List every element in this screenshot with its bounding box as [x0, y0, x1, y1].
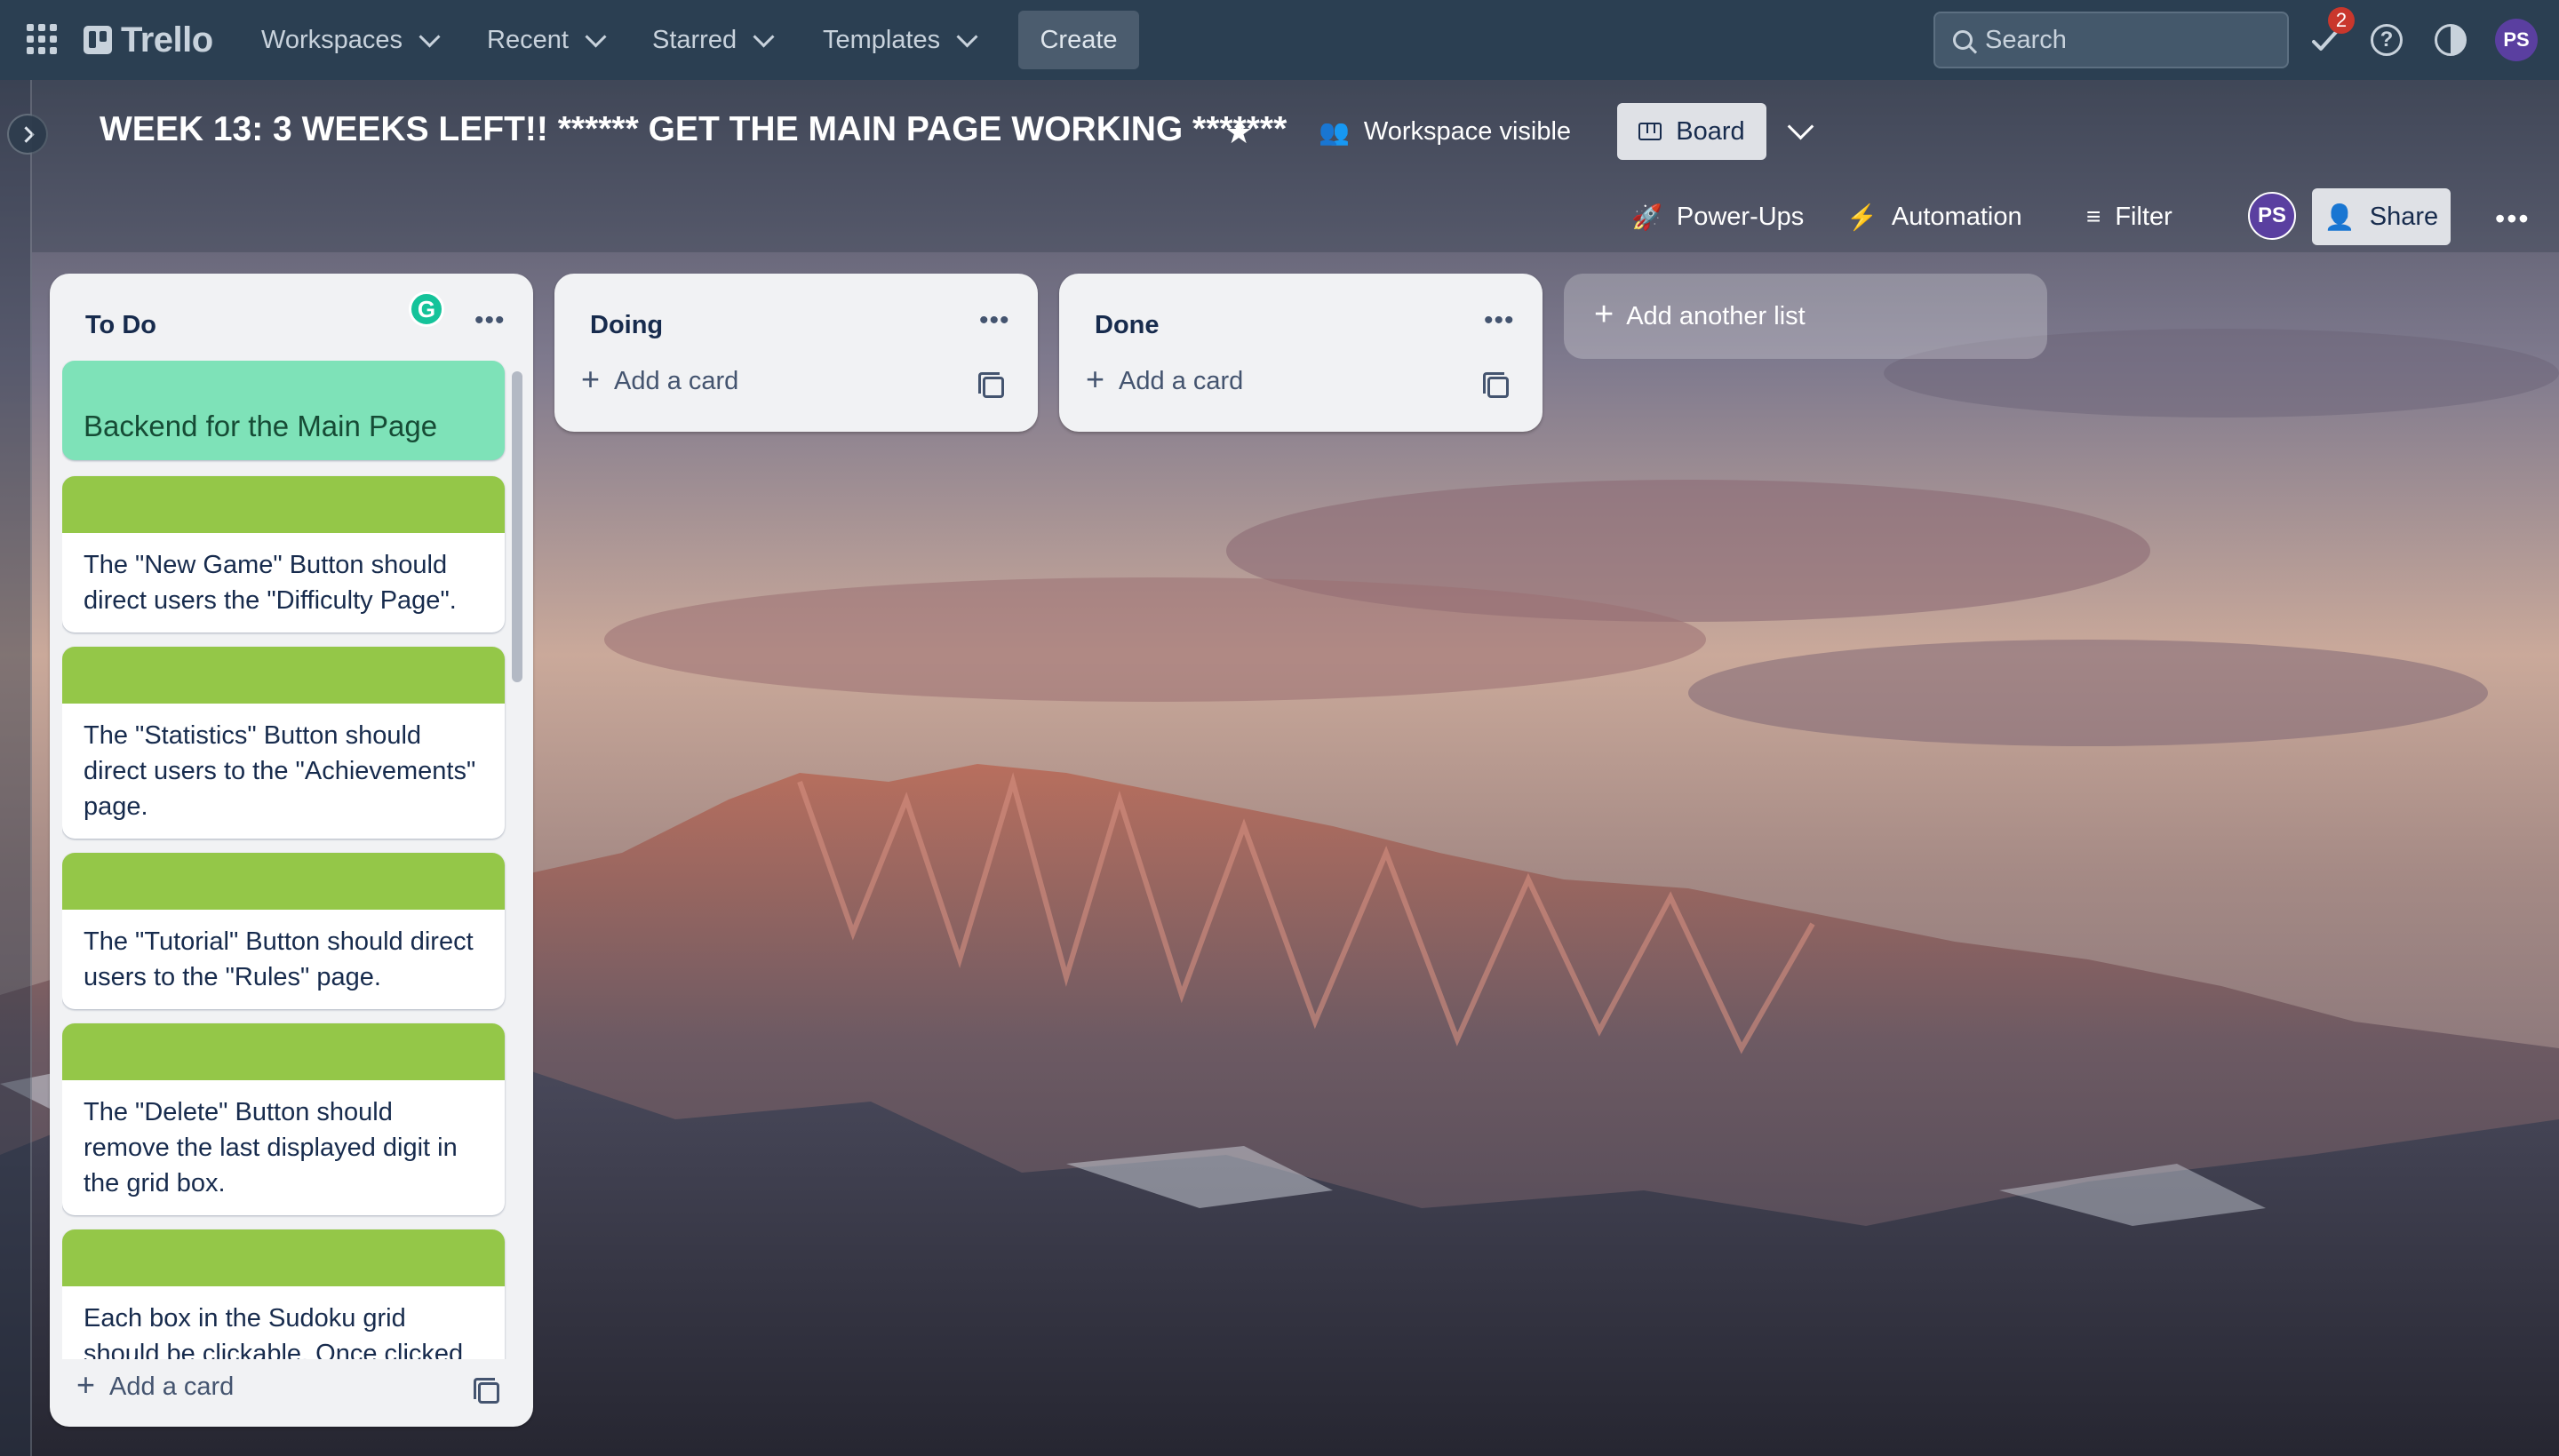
add-another-list-button[interactable]: + Add another list	[1564, 274, 2047, 359]
app-switcher-icon[interactable]	[27, 24, 59, 56]
filter-button[interactable]: ≡ Filter	[2086, 188, 2172, 245]
list-title[interactable]: Done	[1095, 311, 1160, 340]
board-icon	[1638, 123, 1662, 140]
trello-logo[interactable]: Trello	[84, 18, 213, 62]
list-scrollbar[interactable]	[512, 361, 522, 1359]
add-person-icon: 👤	[2324, 203, 2356, 231]
trello-logo-icon	[84, 26, 112, 54]
card[interactable]: The "Delete" Button should remove the la…	[62, 1023, 505, 1215]
starred-menu[interactable]: Starred	[652, 20, 775, 60]
board-header	[32, 80, 2559, 252]
list-title[interactable]: Doing	[590, 311, 663, 340]
trello-logo-text: Trello	[121, 20, 213, 60]
top-navigation-bar: Trello Workspaces Recent Starred Templat…	[0, 0, 2559, 80]
filter-label: Filter	[2115, 202, 2172, 231]
card[interactable]: The "Statistics" Button should direct us…	[62, 647, 505, 839]
workspace-visibility-label: Workspace visible	[1363, 116, 1572, 146]
card-title: The "Statistics" Button should direct us…	[84, 721, 476, 821]
user-avatar[interactable]: PS	[2495, 19, 2538, 61]
starred-label: Starred	[652, 25, 737, 54]
search-input[interactable]	[1983, 24, 2280, 56]
recent-label: Recent	[487, 25, 569, 54]
card-title: The "Delete" Button should remove the la…	[84, 1098, 458, 1197]
notification-count-badge: 2	[2328, 7, 2355, 34]
add-another-list-label: Add another list	[1626, 301, 1806, 330]
board-view-label: Board	[1676, 116, 1745, 146]
theme-toggle-icon[interactable]	[2435, 24, 2467, 56]
create-button[interactable]: Create	[1018, 11, 1139, 69]
list-actions-more-icon[interactable]: •••	[1484, 306, 1515, 336]
list-done: Done ••• + Add a card	[1059, 274, 1543, 432]
card[interactable]: The "New Game" Button should direct user…	[62, 476, 505, 633]
plus-icon: +	[1086, 361, 1105, 397]
workspaces-label: Workspaces	[261, 25, 403, 54]
list-actions-more-icon[interactable]: •••	[979, 306, 1010, 336]
workspace-visibility-button[interactable]: 👥 Workspace visible	[1310, 103, 1589, 160]
share-label: Share	[2369, 202, 2439, 231]
list-to-do: To Do G ••• Backend for the Main Page Th…	[50, 274, 533, 1427]
recent-menu[interactable]: Recent	[487, 20, 607, 60]
card-title: The "Tutorial" Button should direct user…	[84, 927, 474, 991]
filter-icon: ≡	[2086, 203, 2101, 230]
people-icon: 👥	[1319, 117, 1350, 146]
card-title: Each box in the Sudoku grid should be cl…	[84, 1304, 464, 1359]
list-doing: Doing ••• + Add a card	[554, 274, 1038, 432]
card[interactable]: Each box in the Sudoku grid should be cl…	[62, 1229, 505, 1359]
star-icon[interactable]: ★	[1224, 114, 1253, 151]
card[interactable]: The "Tutorial" Button should direct user…	[62, 853, 505, 1009]
board-member-avatar[interactable]: PS	[2248, 192, 2296, 240]
add-card-label: Add a card	[614, 366, 739, 395]
card-cover	[62, 647, 505, 704]
search-box[interactable]	[1933, 12, 2289, 68]
power-ups-label: Power-Ups	[1676, 202, 1805, 231]
chevron-down-icon	[585, 25, 607, 48]
lightning-icon: ⚡	[1846, 203, 1877, 231]
grammarly-icon[interactable]: G	[409, 291, 444, 327]
chevron-down-icon	[956, 25, 978, 48]
chevron-down-icon	[419, 25, 441, 48]
board-menu-more-icon[interactable]: •••	[2495, 203, 2531, 235]
add-card-button[interactable]: + Add a card	[581, 361, 739, 398]
add-card-button[interactable]: + Add a card	[1086, 361, 1244, 398]
card-cover	[62, 853, 505, 910]
card-cover	[62, 476, 505, 533]
card-cover	[62, 1023, 505, 1080]
templates-menu[interactable]: Templates	[823, 20, 978, 60]
card-title: Backend for the Main Page	[84, 410, 438, 442]
add-card-label: Add a card	[109, 1372, 235, 1401]
templates-label: Templates	[823, 25, 941, 54]
card-title: The "New Game" Button should direct user…	[84, 551, 457, 615]
add-card-button[interactable]: + Add a card	[76, 1366, 235, 1404]
board-title[interactable]: WEEK 13: 3 WEEKS LEFT!! ****** GET THE M…	[100, 110, 1287, 149]
automation-label: Automation	[1891, 202, 2022, 231]
card-list: Backend for the Main Page The "New Game"…	[62, 361, 521, 1359]
add-card-label: Add a card	[1119, 366, 1244, 395]
power-ups-button[interactable]: 🚀 Power-Ups	[1631, 188, 1804, 245]
plus-icon: +	[1594, 295, 1614, 333]
collapsed-sidebar	[0, 80, 32, 1456]
plus-icon: +	[76, 1366, 96, 1403]
workspaces-menu[interactable]: Workspaces	[261, 20, 441, 60]
list-title[interactable]: To Do	[85, 311, 156, 340]
share-button[interactable]: 👤 Share	[2312, 188, 2451, 245]
card[interactable]: Backend for the Main Page	[62, 361, 505, 460]
chevron-down-icon	[753, 25, 775, 48]
automation-button[interactable]: ⚡ Automation	[1846, 188, 2022, 245]
card-template-icon[interactable]	[1483, 372, 1509, 398]
scrollbar-thumb[interactable]	[512, 371, 522, 682]
list-actions-more-icon[interactable]: •••	[474, 306, 506, 336]
rocket-icon: 🚀	[1631, 203, 1662, 231]
card-template-icon[interactable]	[978, 372, 1004, 398]
card-template-icon[interactable]	[474, 1378, 499, 1404]
search-icon	[1953, 30, 1973, 50]
board-view-button[interactable]: Board	[1617, 103, 1766, 160]
help-icon[interactable]: ?	[2371, 24, 2403, 56]
plus-icon: +	[581, 361, 601, 397]
card-cover	[62, 1229, 505, 1286]
